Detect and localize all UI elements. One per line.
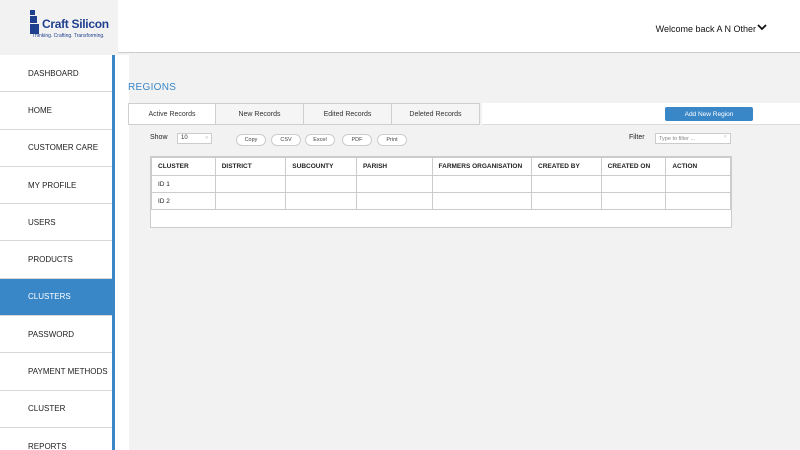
sidebar-item-clusters[interactable]: CLUSTERS — [0, 278, 112, 317]
sidebar-item-label: MY PROFILE — [28, 180, 77, 190]
sidebar-item-users[interactable]: USERS — [0, 204, 112, 242]
excel-button[interactable]: Excel — [305, 134, 335, 146]
column-header[interactable]: PARISH — [356, 157, 433, 176]
column-header[interactable]: SUBCOUNTY — [285, 157, 358, 176]
table-cell — [285, 175, 358, 193]
table-row[interactable]: ID 1 — [151, 175, 731, 193]
page-size-select[interactable]: 10 ▿ — [177, 133, 212, 144]
sidebar-item-label: DASHBOARD — [28, 68, 79, 78]
table-cell — [665, 175, 731, 193]
show-label: Show — [150, 134, 168, 141]
sidebar-item-label: REPORTS — [28, 441, 67, 450]
sidebar-item-products[interactable]: PRODUCTS — [0, 241, 112, 279]
page-size-value: 10 — [181, 135, 188, 141]
table-cell — [665, 192, 731, 210]
print-button[interactable]: Print — [377, 134, 407, 146]
brand-tagline: Thinking. Crafting. Transforming. — [32, 33, 105, 39]
tab-new-records[interactable]: New Records — [216, 103, 304, 125]
table-cell — [431, 175, 533, 193]
logo-mark-icon — [30, 10, 40, 34]
table-cell: ID 1 — [151, 175, 216, 193]
sidebar-item-label: CUSTOMER CARE — [28, 143, 99, 153]
table-cell — [214, 192, 287, 210]
sidebar-item-label: PRODUCTS — [28, 255, 73, 265]
sidebar-item-label: PAYMENT METHODS — [28, 367, 108, 377]
sidebar-item-dashboard[interactable]: DASHBOARD — [0, 55, 112, 93]
chevron-down-icon[interactable] — [756, 21, 768, 33]
logo[interactable]: Craft Silicon Thinking. Crafting. Transf… — [0, 0, 118, 55]
sidebar-item-cluster[interactable]: CLUSTER — [0, 391, 112, 428]
brand-name: Craft Silicon — [42, 17, 109, 31]
sidebar-item-payment-methods[interactable]: PAYMENT METHODS — [0, 353, 112, 391]
sidebar-item-home[interactable]: HOME — [0, 92, 112, 130]
sidebar-item-label: PASSWORD — [28, 329, 75, 339]
top-bar: Welcome back A N Other — [118, 0, 800, 53]
sidebar-item-label: USERS — [28, 217, 56, 227]
filter-input[interactable] — [655, 133, 731, 144]
user-menu-welcome[interactable]: Welcome back A N Other — [656, 24, 756, 34]
sidebar-item-label: CLUSTER — [28, 404, 66, 414]
tab-edited-records[interactable]: Edited Records — [304, 103, 392, 125]
column-header[interactable]: CREATED BY — [531, 157, 602, 176]
filter-label: Filter — [629, 134, 645, 141]
column-header[interactable]: ACTION — [665, 157, 731, 176]
select-arrow-icon: ▿ — [205, 135, 208, 141]
tab-active-records[interactable]: Active Records — [128, 103, 216, 125]
sidebar-item-my-profile[interactable]: MY PROFILE — [0, 167, 112, 205]
table-cell — [356, 175, 433, 193]
table-cell — [600, 175, 667, 193]
table-header-row: CLUSTER DISTRICT SUBCOUNTY PARISH FARMERS OR… — [151, 157, 731, 176]
sidebar-item-password[interactable]: PASSWORD — [0, 316, 112, 354]
table-cell: ID 2 — [151, 192, 216, 210]
table-cell — [531, 192, 602, 210]
table-cell — [214, 175, 287, 193]
sidebar-gutter — [115, 55, 129, 450]
column-header[interactable]: CREATED ON — [600, 157, 667, 176]
regions-table: CLUSTER DISTRICT SUBCOUNTY PARISH FARMERS OR… — [150, 156, 732, 228]
table-cell — [285, 192, 358, 210]
sidebar-item-customer-care[interactable]: CUSTOMER CARE — [0, 130, 112, 167]
add-new-region-button[interactable]: Add New Region — [665, 107, 753, 121]
table-cell — [356, 192, 433, 210]
record-tabs: Active Records New Records Edited Records D… — [128, 103, 480, 125]
table-cell — [531, 175, 602, 193]
column-header[interactable]: CLUSTER — [151, 157, 216, 176]
table-cell — [600, 192, 667, 210]
column-header[interactable]: DISTRICT — [214, 157, 287, 176]
copy-button[interactable]: Copy — [236, 134, 266, 146]
table-row[interactable]: ID 2 — [151, 192, 731, 210]
column-header[interactable]: FARMERS ORGANISATION — [431, 157, 533, 176]
tab-deleted-records[interactable]: Deleted Records — [392, 103, 480, 125]
table-cell — [431, 192, 533, 210]
sidebar: DASHBOARD HOME CUSTOMER CARE MY PROFILE USER… — [0, 55, 115, 450]
filter-arrow-icon: ▿ — [724, 134, 727, 140]
sidebar-item-label: CLUSTERS — [28, 292, 71, 302]
sidebar-item-reports[interactable]: REPORTS — [0, 428, 112, 450]
pdf-button[interactable]: PDF — [342, 134, 372, 146]
csv-button[interactable]: CSV — [271, 134, 301, 146]
page-title: REGIONS — [128, 82, 177, 93]
sidebar-item-label: HOME — [28, 105, 52, 115]
